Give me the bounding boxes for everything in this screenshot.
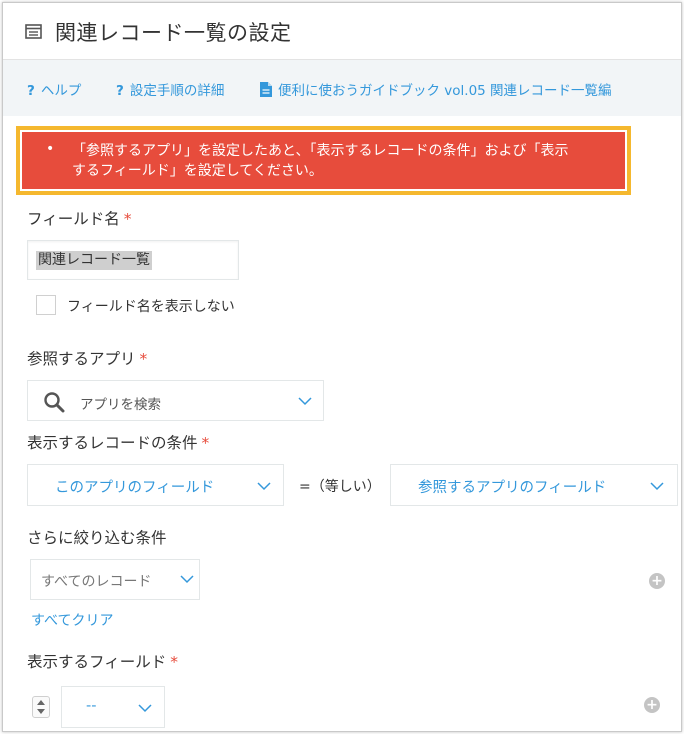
record-condition-label-text: 表示するレコードの条件 [27,434,198,452]
guidebook-link-label: 便利に使おうガイドブック vol.05 関連レコード一覧編 [278,83,612,99]
help-link[interactable]: ? ヘルプ [27,79,81,99]
help-link-label: ヘルプ [40,83,82,99]
chevron-down-icon [650,482,664,491]
hide-field-name-checkbox[interactable] [36,295,56,315]
this-app-field-dropdown[interactable]: このアプリのフィールド [27,464,284,506]
reorder-handle[interactable] [32,696,50,718]
clear-all-link[interactable]: すべてクリア [31,610,113,630]
reference-app-field-value: 参照するアプリのフィールド [418,480,607,496]
record-condition-label: 表示するレコードの条件 * [27,431,209,453]
display-field-dropdown[interactable]: -- [61,686,165,728]
field-name-label-text: フィールド名 [27,210,120,228]
help-link-bar: ? ヘルプ ? 設定手順の詳細 便利に使おうガイドブック vol.05 関連レコード… [3,60,681,116]
filter-label: さらに絞り込む条件 [27,529,167,547]
document-icon [260,82,272,97]
guidebook-link[interactable]: 便利に使おうガイドブック vol.05 関連レコード一覧編 [260,79,612,99]
question-icon: ? [27,83,35,99]
chevron-down-icon [257,482,271,491]
updown-arrows-icon [37,700,45,714]
title-bar: 関連レコード一覧の設定 [3,3,681,60]
required-mark: * [170,653,178,671]
reference-app-label-text: 参照するアプリ [27,350,136,368]
page-title: 関連レコード一覧の設定 [55,21,292,45]
alert-highlight: • 「参照するアプリ」を設定したあと、「表示するレコードの条件」および「表示 す… [16,126,631,195]
this-app-field-value: このアプリのフィールド [55,480,215,496]
field-name-input[interactable]: 関連レコード一覧 [27,240,239,280]
error-alert: • 「参照するアプリ」を設定したあと、「表示するレコードの条件」および「表示 す… [22,132,625,189]
chevron-down-icon [180,575,194,584]
alert-line-1: 「参照するアプリ」を設定したあと、「表示するレコードの条件」および「表示 [72,143,569,159]
filter-value: すべてのレコード [41,574,152,590]
question-icon: ? [116,83,124,99]
field-name-value: 関連レコード一覧 [36,251,152,270]
hide-field-name-label[interactable]: フィールド名を表示しない [67,296,235,316]
filter-dropdown[interactable]: すべてのレコード [30,559,200,600]
reference-app-field-dropdown[interactable]: 参照するアプリのフィールド [390,464,678,506]
required-mark: * [201,434,210,452]
settings-dialog: 関連レコード一覧の設定 ? ヘルプ ? 設定手順の詳細 便利に使おうガイドブック v… [2,2,682,732]
required-mark: * [123,210,132,228]
setup-steps-link-label: 設定手順の詳細 [129,83,225,99]
list-window-icon [25,24,42,39]
display-fields-label: 表示するフィールド * [27,650,178,672]
chevron-down-icon [298,397,312,406]
chevron-down-icon [138,704,152,713]
display-fields-label-text: 表示するフィールド [27,653,167,671]
alert-message: 「参照するアプリ」を設定したあと、「表示するレコードの条件」および「表示 するフ… [72,141,612,181]
alert-line-2: するフィールド」を設定してください。 [72,163,323,179]
search-icon [44,392,65,413]
required-mark: * [139,350,148,368]
setup-steps-link[interactable]: ? 設定手順の詳細 [116,79,224,99]
add-display-field-button[interactable]: + [644,697,660,713]
operator-equals: =（等しい） [299,479,381,495]
app-search-placeholder: アプリを検索 [80,397,161,413]
app-search-dropdown[interactable]: アプリを検索 [27,380,324,421]
field-name-label: フィールド名 * [27,207,131,229]
reference-app-label: 参照するアプリ * [27,347,147,369]
add-filter-button[interactable]: + [649,573,665,589]
display-field-value: -- [86,698,97,714]
alert-bullet: • [46,141,55,157]
